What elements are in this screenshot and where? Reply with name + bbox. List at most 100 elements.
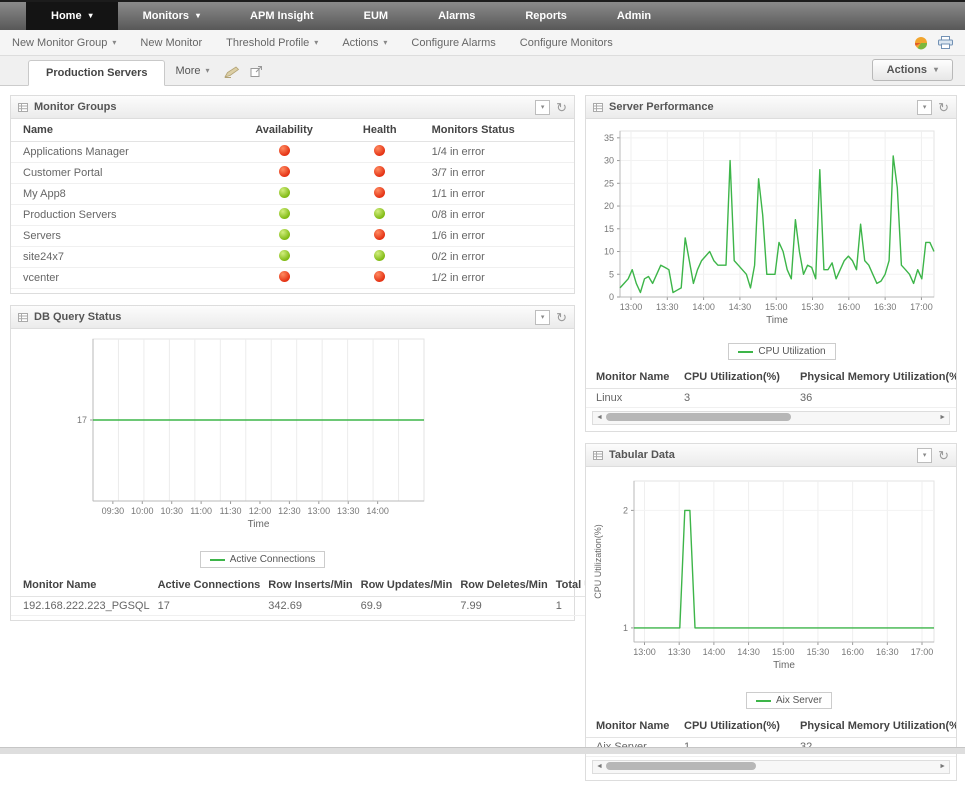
nav-item-alarms[interactable]: Alarms bbox=[413, 2, 500, 30]
collapse-panel-icon[interactable]: ▾ bbox=[917, 100, 932, 115]
db-query-table: Monitor NameActive ConnectionsRow Insert… bbox=[11, 574, 619, 616]
panel-header: DB Query Status ▾ ↻ bbox=[11, 306, 574, 329]
legend-label: Aix Server bbox=[776, 695, 822, 706]
scroll-right-arrow[interactable]: ► bbox=[939, 761, 946, 772]
svg-text:15:00: 15:00 bbox=[765, 302, 788, 312]
svg-text:10: 10 bbox=[604, 247, 614, 257]
horizontal-scrollbar[interactable]: ◄ ► bbox=[592, 760, 950, 774]
svg-text:09:30: 09:30 bbox=[102, 506, 125, 516]
monitors-status-text: 1/2 in error bbox=[428, 268, 574, 289]
metric-value: 7.99 bbox=[456, 597, 551, 616]
pie-chart-icon[interactable] bbox=[914, 36, 928, 50]
monitors-status-text: 0/2 in error bbox=[428, 247, 574, 268]
toolbar-item-new-monitor[interactable]: New Monitor bbox=[140, 37, 202, 49]
chart-legend: Aix Server bbox=[746, 692, 832, 709]
scroll-left-arrow[interactable]: ◄ bbox=[596, 412, 603, 423]
availability-status-dot-green[interactable] bbox=[279, 187, 290, 198]
toolbar-item-label: Configure Alarms bbox=[411, 37, 495, 49]
scroll-right-arrow[interactable]: ► bbox=[939, 412, 946, 423]
monitors-status-text: 3/7 in error bbox=[428, 163, 574, 184]
collapse-panel-icon[interactable]: ▾ bbox=[917, 448, 932, 463]
nav-item-label: Monitors bbox=[143, 10, 189, 22]
nav-item-label: Alarms bbox=[438, 10, 475, 22]
health-status-dot-red[interactable] bbox=[374, 166, 385, 177]
table-icon bbox=[593, 451, 603, 460]
monitors-status-text: 0/8 in error bbox=[428, 205, 574, 226]
refresh-icon[interactable]: ↻ bbox=[556, 101, 567, 114]
open-new-window-icon[interactable] bbox=[250, 65, 263, 78]
toolbar-item-actions[interactable]: Actions▾ bbox=[342, 37, 387, 49]
monitors-status-text: 1/6 in error bbox=[428, 226, 574, 247]
toolbar-item-configure-monitors[interactable]: Configure Monitors bbox=[520, 37, 613, 49]
metric-value: 342.69 bbox=[264, 597, 356, 616]
monitor-group-link[interactable]: vcenter bbox=[11, 268, 236, 289]
column-header-physical-memory-utilization-: Physical Memory Utilization(%) bbox=[796, 366, 956, 389]
table-row: My App81/1 in error bbox=[11, 184, 574, 205]
monitor-group-link[interactable]: Customer Portal bbox=[11, 163, 236, 184]
svg-text:11:00: 11:00 bbox=[190, 506, 212, 516]
tab-bar: Production Servers More ▾ Actions ▾ bbox=[0, 56, 965, 86]
svg-text:13:00: 13:00 bbox=[633, 647, 656, 657]
scrollbar-thumb[interactable] bbox=[606, 413, 791, 421]
monitor-group-link[interactable]: site24x7 bbox=[11, 247, 236, 268]
svg-text:13:00: 13:00 bbox=[308, 506, 331, 516]
refresh-icon[interactable]: ↻ bbox=[556, 311, 567, 324]
svg-text:25: 25 bbox=[604, 178, 614, 188]
edit-dashboard-icon[interactable] bbox=[224, 66, 240, 78]
scrollbar-thumb[interactable] bbox=[606, 762, 756, 770]
health-status-dot-green[interactable] bbox=[374, 208, 385, 219]
nav-item-reports[interactable]: Reports bbox=[500, 2, 592, 30]
health-status-dot-red[interactable] bbox=[374, 271, 385, 282]
legend-line-swatch bbox=[756, 700, 771, 702]
more-dropdown[interactable]: More ▾ bbox=[165, 59, 219, 85]
status-cell bbox=[236, 226, 332, 247]
legend-line-swatch bbox=[210, 559, 225, 561]
refresh-icon[interactable]: ↻ bbox=[938, 101, 949, 114]
health-status-dot-green[interactable] bbox=[374, 250, 385, 261]
monitor-group-link[interactable]: Applications Manager bbox=[11, 142, 236, 163]
actions-button[interactable]: Actions ▾ bbox=[872, 59, 953, 81]
nav-item-admin[interactable]: Admin bbox=[592, 2, 676, 30]
availability-status-dot-red[interactable] bbox=[279, 145, 290, 156]
health-status-dot-red[interactable] bbox=[374, 187, 385, 198]
availability-status-dot-red[interactable] bbox=[279, 271, 290, 282]
table-icon bbox=[18, 103, 28, 112]
table-row: Production Servers 0/8 in error bbox=[11, 205, 574, 226]
column-header-row-inserts-min: Row Inserts/Min bbox=[264, 574, 356, 597]
panel-title: Monitor Groups bbox=[34, 101, 117, 113]
refresh-icon[interactable]: ↻ bbox=[938, 449, 949, 462]
monitor-group-link[interactable]: Servers bbox=[11, 226, 236, 247]
availability-status-dot-green[interactable] bbox=[279, 208, 290, 219]
chevron-down-icon: ▾ bbox=[89, 12, 93, 20]
nav-item-eum[interactable]: EUM bbox=[339, 2, 413, 30]
panel-header: Tabular Data ▾ ↻ bbox=[586, 444, 956, 467]
printer-icon[interactable] bbox=[938, 36, 953, 49]
availability-status-dot-green[interactable] bbox=[279, 250, 290, 261]
monitor-name-link[interactable]: Linux bbox=[586, 389, 680, 408]
status-cell bbox=[332, 268, 428, 289]
nav-item-home[interactable]: Home▾ bbox=[26, 2, 118, 30]
monitor-group-link[interactable]: Production Servers bbox=[11, 205, 236, 226]
nav-item-monitors[interactable]: Monitors▾ bbox=[118, 2, 225, 30]
toolbar-item-configure-alarms[interactable]: Configure Alarms bbox=[411, 37, 495, 49]
toolbar: New Monitor Group▾ New Monitor Threshold P… bbox=[0, 30, 965, 56]
availability-status-dot-green[interactable] bbox=[279, 229, 290, 240]
table-row: Applications Manager1/4 in error bbox=[11, 142, 574, 163]
health-status-dot-red[interactable] bbox=[374, 145, 385, 156]
nav-item-apm-insight[interactable]: APM Insight bbox=[225, 2, 339, 30]
availability-status-dot-red[interactable] bbox=[279, 166, 290, 177]
collapse-panel-icon[interactable]: ▾ bbox=[535, 100, 550, 115]
health-status-dot-red[interactable] bbox=[374, 229, 385, 240]
svg-text:13:00: 13:00 bbox=[620, 302, 643, 312]
svg-text:1: 1 bbox=[623, 623, 628, 633]
horizontal-scrollbar[interactable]: ◄ ► bbox=[592, 411, 950, 425]
scroll-left-arrow[interactable]: ◄ bbox=[596, 761, 603, 772]
legend-label: CPU Utilization bbox=[758, 346, 825, 357]
status-cell bbox=[332, 226, 428, 247]
toolbar-item-new-monitor-group[interactable]: New Monitor Group▾ bbox=[12, 37, 116, 49]
toolbar-item-threshold-profile[interactable]: Threshold Profile▾ bbox=[226, 37, 318, 49]
collapse-panel-icon[interactable]: ▾ bbox=[535, 310, 550, 325]
monitor-group-link[interactable]: My App8 bbox=[11, 184, 236, 205]
monitor-name-link[interactable]: 192.168.222.223_PGSQL bbox=[11, 597, 154, 616]
tab-production-servers[interactable]: Production Servers bbox=[28, 60, 165, 86]
